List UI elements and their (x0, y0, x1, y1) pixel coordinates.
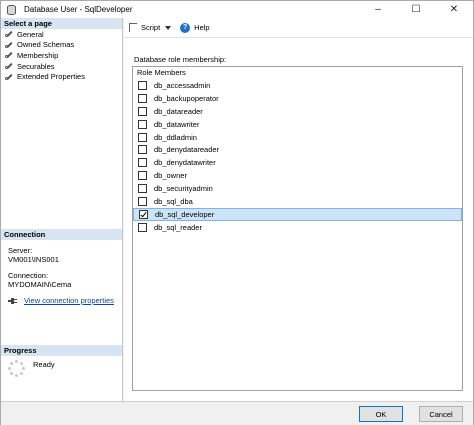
page-membership-label: Membership (17, 50, 59, 60)
role-name: db_sql_developer (155, 209, 215, 219)
role-row[interactable]: db_securityadmin (133, 182, 462, 195)
connection-label: Connection: (8, 271, 49, 280)
progress-header: Progress (1, 345, 122, 356)
minimize-button[interactable]: – (359, 1, 397, 18)
page-securables-label: Securables (17, 61, 55, 71)
help-icon: ? (180, 22, 191, 33)
connection-plug-icon (8, 297, 18, 305)
role-members-column-header: Role Members (137, 68, 186, 77)
page-securables[interactable]: Securables (1, 61, 122, 72)
role-row[interactable]: db_backupoperator (133, 92, 462, 105)
role-checkbox[interactable] (138, 184, 147, 194)
role-membership-label: Database role membership: (134, 55, 227, 64)
role-checkbox[interactable] (138, 80, 147, 90)
role-row[interactable]: db_owner (133, 169, 462, 182)
maximize-button[interactable]: ☐ (397, 1, 435, 18)
progress-spinner-icon (8, 360, 26, 378)
wrench-icon (5, 62, 13, 70)
role-members-list[interactable]: Role Members db_accessadmin db_backupoper… (132, 66, 463, 391)
role-row[interactable]: db_denydatawriter (133, 156, 462, 169)
role-name: db_ddladmin (154, 132, 197, 142)
page-owned-schemas-label: Owned Schemas (17, 40, 75, 50)
script-icon (129, 23, 137, 32)
role-name: db_backupoperator (154, 93, 219, 103)
page-general-label: General (17, 29, 44, 39)
role-name: db_denydatawriter (154, 158, 216, 168)
role-checkbox[interactable] (139, 209, 148, 219)
main-pane: Script ? Help Database role membership: … (124, 18, 473, 401)
connection-value: MYDOMAIN\Cema (8, 280, 72, 289)
database-icon (6, 4, 18, 15)
page-general[interactable]: General (1, 29, 122, 40)
server-value: VM001\INS001 (8, 255, 59, 264)
role-checkbox[interactable] (138, 158, 147, 168)
page-extended-properties[interactable]: Extended Properties (1, 71, 122, 82)
role-row[interactable]: db_datareader (133, 105, 462, 118)
server-label: Server: (8, 246, 33, 255)
role-checkbox[interactable] (138, 132, 147, 142)
role-row[interactable]: db_denydatareader (133, 143, 462, 156)
role-checkbox[interactable] (138, 106, 147, 116)
role-checkbox[interactable] (138, 196, 147, 206)
left-pane: Select a page General Owned Schemas Memb… (1, 18, 123, 401)
page-owned-schemas[interactable]: Owned Schemas (1, 40, 122, 51)
view-connection-properties[interactable]: View connection properties (8, 296, 114, 305)
title-bar[interactable]: Database User - SqlDeveloper – ☐ ✕ (1, 1, 473, 18)
role-name: db_sql_reader (154, 222, 202, 232)
connection-header: Connection (1, 229, 122, 240)
role-checkbox[interactable] (138, 119, 147, 129)
page-extended-properties-label: Extended Properties (17, 72, 85, 82)
role-name: db_denydatareader (154, 145, 220, 155)
wrench-icon (5, 73, 13, 81)
wrench-icon (5, 51, 13, 59)
checkmark-icon (140, 210, 147, 218)
role-name: db_datareader (154, 106, 203, 116)
role-name: db_datawriter (154, 119, 200, 129)
role-row[interactable]: db_ddladmin (133, 131, 462, 144)
script-button[interactable]: Script (129, 23, 176, 32)
progress-status: Ready (33, 360, 55, 369)
role-row[interactable]: db_sql_dba (133, 195, 462, 208)
role-name: db_owner (154, 171, 187, 181)
page-membership[interactable]: Membership (1, 50, 122, 61)
ok-button[interactable]: OK (359, 406, 403, 422)
role-row[interactable]: db_accessadmin (133, 79, 462, 92)
wrench-icon (5, 30, 13, 38)
chevron-down-icon[interactable] (165, 25, 172, 30)
role-name: db_sql_dba (154, 196, 193, 206)
role-row[interactable]: db_sql_developer (133, 207, 462, 221)
dialog-window: Database User - SqlDeveloper – ☐ ✕ Selec… (0, 0, 474, 425)
toolbar: Script ? Help (124, 18, 473, 38)
script-label: Script (141, 23, 161, 32)
role-checkbox[interactable] (138, 171, 147, 181)
close-button[interactable]: ✕ (435, 1, 473, 18)
dialog-footer: OK Cancel (1, 401, 473, 425)
select-page-header: Select a page (1, 18, 122, 29)
window-title: Database User - SqlDeveloper (24, 5, 133, 14)
progress-info: Ready (8, 360, 55, 378)
role-row[interactable]: db_datawriter (133, 118, 462, 131)
role-checkbox[interactable] (138, 222, 147, 232)
role-row[interactable]: db_sql_reader (133, 221, 462, 234)
help-button[interactable]: ? Help (180, 22, 210, 33)
view-connection-link[interactable]: View connection properties (24, 296, 114, 305)
role-name: db_securityadmin (154, 184, 213, 194)
role-name: db_accessadmin (154, 80, 211, 90)
cancel-button[interactable]: Cancel (419, 406, 463, 422)
role-checkbox[interactable] (138, 93, 147, 103)
help-label: Help (194, 23, 210, 32)
wrench-icon (5, 41, 13, 49)
connection-info: Server: VM001\INS001 Connection: MYDOMAI… (8, 246, 71, 289)
role-checkbox[interactable] (138, 145, 147, 155)
